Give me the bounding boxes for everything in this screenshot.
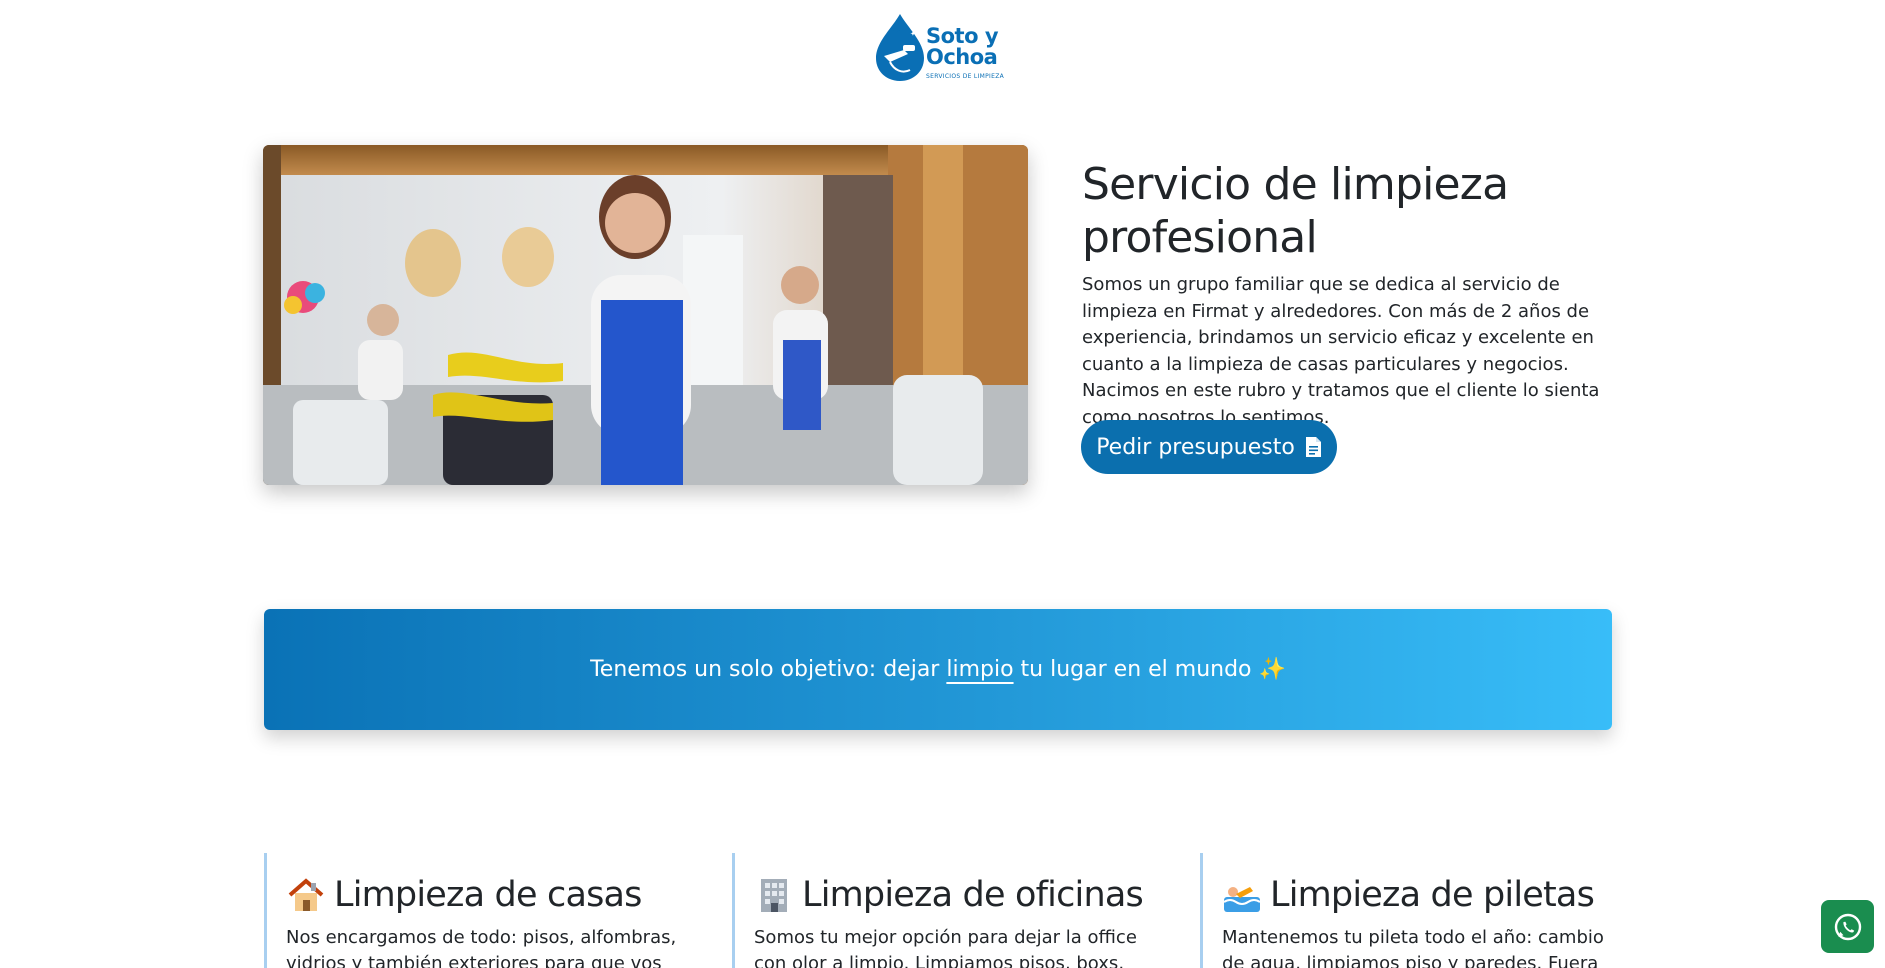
banner-text: Tenemos un solo objetivo: dejar limpio t… (590, 657, 1286, 682)
service-description: Nos encargamos de todo: pisos, alfombras… (286, 927, 677, 968)
swimmer-icon (1223, 887, 1261, 912)
whatsapp-button[interactable] (1821, 900, 1874, 953)
service-card-houses: Limpieza de casas Nos encargamos de todo… (264, 853, 704, 968)
whatsapp-icon (1834, 913, 1861, 940)
banner-underlined-word: limpio (946, 657, 1014, 682)
document-icon (1305, 437, 1321, 457)
brand-tagline: SERVICIOS DE LIMPIEZA (926, 73, 1005, 80)
request-quote-button[interactable]: Pedir presupuesto (1081, 420, 1337, 474)
service-description: Mantenemos tu pileta todo el año: cambio… (1222, 927, 1604, 968)
request-quote-label: Pedir presupuesto (1096, 434, 1295, 460)
hero-description: Somos un grupo familiar que se dedica al… (1082, 274, 1600, 428)
house-icon (288, 878, 324, 911)
brand-logo[interactable]: ✦ ✦ Soto y Ochoa SERVICIOS DE LIMPIEZA (870, 12, 1005, 84)
service-description: Somos tu mejor opción para dejar la offi… (754, 927, 1137, 968)
hero-image (263, 145, 1028, 485)
office-building-icon (761, 879, 787, 912)
service-card-pools: Limpieza de piletas Mantenemos tu pileta… (1200, 853, 1640, 968)
service-title: Limpieza de oficinas (802, 875, 1144, 915)
svg-text:✦: ✦ (910, 30, 916, 38)
objective-banner: Tenemos un solo objetivo: dejar limpio t… (264, 609, 1612, 730)
hero-title: Servicio de limpieza profesional (1082, 159, 1509, 263)
brand-name-line2: Ochoa (926, 45, 998, 69)
svg-text:✦: ✦ (892, 26, 900, 37)
brand-name-line1: Soto y (926, 24, 999, 48)
water-drop-logo-icon: ✦ ✦ (876, 14, 924, 81)
service-card-offices: Limpieza de oficinas Somos tu mejor opci… (732, 853, 1172, 968)
service-title: Limpieza de casas (334, 875, 642, 915)
service-title: Limpieza de piletas (1270, 875, 1595, 915)
